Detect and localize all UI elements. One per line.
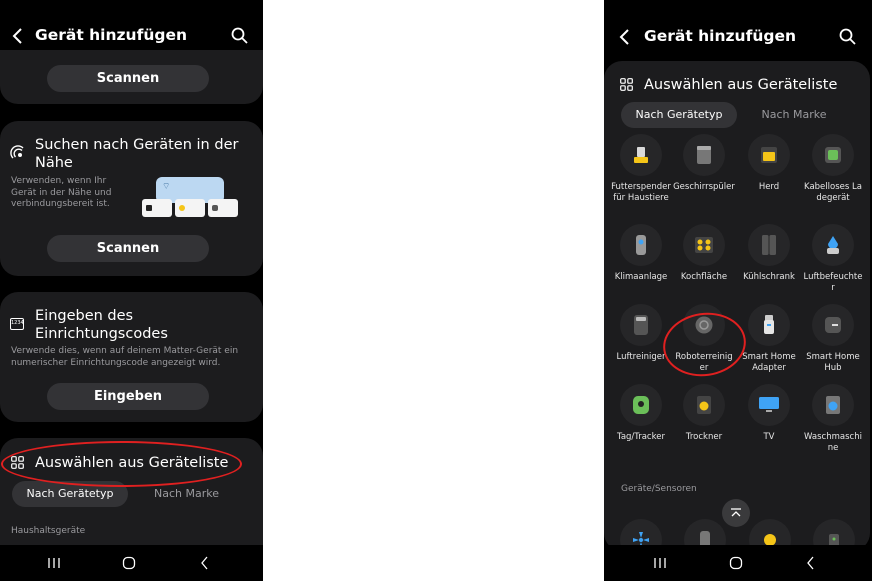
home-icon[interactable] bbox=[727, 555, 745, 571]
nearby-illustration: ⌔ bbox=[142, 177, 238, 217]
left-phone-screen: Gerät hinzufügen Scannen Suchen nach Ger… bbox=[0, 0, 263, 581]
pet-feeder-icon bbox=[620, 134, 662, 176]
device-list-title: Auswählen aus Geräteliste bbox=[35, 455, 229, 471]
wireless-charger-icon bbox=[812, 134, 854, 176]
home-icon[interactable] bbox=[120, 555, 138, 571]
device-list-card: Auswählen aus Geräteliste Nach Gerätetyp… bbox=[0, 438, 263, 548]
robot-vacuum-icon bbox=[683, 304, 725, 346]
device-list-card: Auswählen aus Geräteliste Nach Gerätetyp… bbox=[604, 61, 870, 561]
device-list-title: Auswählen aus Geräteliste bbox=[644, 77, 838, 93]
device-humidifier[interactable]: Luftbefeuchter bbox=[802, 224, 864, 293]
grid-icon bbox=[620, 78, 633, 91]
device-fridge[interactable]: Kühlschrank bbox=[738, 224, 800, 283]
smart-home-hub-icon bbox=[812, 304, 854, 346]
back-arrow-icon[interactable] bbox=[615, 26, 637, 48]
smart-home-adapter-icon bbox=[748, 304, 790, 346]
search-icon[interactable] bbox=[838, 27, 858, 47]
search-icon[interactable] bbox=[230, 26, 250, 46]
setup-code-card: 1234 Eingeben des Einrichtungscodes Verw… bbox=[0, 292, 263, 422]
tag-tracker-icon bbox=[620, 384, 662, 426]
air-purifier-icon bbox=[620, 304, 662, 346]
tab-by-device-type[interactable]: Nach Gerätetyp bbox=[12, 481, 128, 507]
washer-icon bbox=[812, 384, 854, 426]
right-phone-screen: Gerät hinzufügen Auswählen aus Gerätelis… bbox=[604, 0, 872, 581]
device-pet-feeder[interactable]: Futterspender für Haustiere bbox=[610, 134, 672, 203]
device-smart-home-adapter[interactable]: Smart Home Adapter bbox=[738, 304, 800, 373]
device-air-conditioner[interactable]: Klimaanlage bbox=[610, 224, 672, 283]
nearby-description: Verwenden, wenn Ihr Gerät in der Nähe un… bbox=[11, 176, 112, 209]
tab-by-brand[interactable]: Nach Marke bbox=[134, 481, 239, 507]
dishwasher-icon bbox=[683, 134, 725, 176]
qr-scan-card: Scannen bbox=[0, 50, 263, 104]
oven-icon bbox=[748, 134, 790, 176]
nearby-devices-card: Suchen nach Geräten in der Nähe Verwende… bbox=[0, 121, 263, 276]
cooktop-icon bbox=[683, 224, 725, 266]
air-conditioner-icon bbox=[620, 224, 662, 266]
fridge-icon bbox=[748, 224, 790, 266]
humidifier-icon bbox=[812, 224, 854, 266]
recent-apps-icon[interactable] bbox=[45, 555, 63, 571]
navigation-bar bbox=[0, 545, 263, 581]
section-header-sensors: Geräte/Sensoren bbox=[621, 484, 697, 494]
tab-by-device-type[interactable]: Nach Gerätetyp bbox=[621, 102, 737, 128]
tv-icon bbox=[748, 384, 790, 426]
device-tv[interactable]: TV bbox=[738, 384, 800, 443]
device-smart-home-hub[interactable]: Smart Home Hub bbox=[802, 304, 864, 373]
device-robot-vacuum[interactable]: Roboterreiniger bbox=[673, 304, 735, 373]
device-cooktop[interactable]: Kochfläche bbox=[673, 224, 735, 283]
device-dishwasher[interactable]: Geschirrspüler bbox=[673, 134, 735, 193]
device-washer[interactable]: Waschmaschine bbox=[802, 384, 864, 453]
grid-icon bbox=[11, 456, 24, 469]
nearby-title: Suchen nach Geräten in der Nähe bbox=[35, 137, 239, 171]
scroll-to-top-button[interactable] bbox=[722, 499, 750, 527]
wifi-illustration-icon: ⌔ bbox=[162, 182, 171, 192]
device-wireless-charger[interactable]: Kabelloses Ladegerät bbox=[802, 134, 864, 203]
back-nav-icon[interactable] bbox=[802, 555, 820, 571]
device-tile-1 bbox=[142, 199, 172, 217]
back-nav-icon[interactable] bbox=[196, 555, 214, 571]
tab-by-brand[interactable]: Nach Marke bbox=[744, 102, 844, 128]
recent-apps-icon[interactable] bbox=[651, 555, 669, 571]
top-scan-button[interactable]: Scannen bbox=[47, 65, 209, 92]
nearby-scan-button[interactable]: Scannen bbox=[47, 235, 209, 262]
page-title: Gerät hinzufügen bbox=[644, 27, 797, 45]
chevron-up-icon bbox=[731, 508, 741, 517]
dryer-icon bbox=[683, 384, 725, 426]
section-header-household: Haushaltsgeräte bbox=[11, 526, 86, 536]
setup-code-icon: 1234 bbox=[10, 318, 24, 330]
device-tile-3 bbox=[208, 199, 238, 217]
device-tile-2 bbox=[175, 199, 205, 217]
back-arrow-icon[interactable] bbox=[8, 25, 30, 47]
navigation-bar bbox=[604, 545, 872, 581]
nearby-scan-icon bbox=[10, 145, 24, 159]
device-air-purifier[interactable]: Luftreiniger bbox=[610, 304, 672, 363]
app-bar: Gerät hinzufügen bbox=[604, 0, 872, 60]
device-dryer[interactable]: Trockner bbox=[673, 384, 735, 443]
device-tag-tracker[interactable]: Tag/Tracker bbox=[610, 384, 672, 443]
device-oven[interactable]: Herd bbox=[738, 134, 800, 193]
enter-code-button[interactable]: Eingeben bbox=[47, 383, 209, 410]
page-title: Gerät hinzufügen bbox=[35, 26, 188, 44]
setup-code-description: Verwende dies, wenn auf deinem Matter-Ge… bbox=[11, 346, 239, 368]
setup-code-title: Eingeben des Einrichtungscodes bbox=[35, 308, 168, 342]
